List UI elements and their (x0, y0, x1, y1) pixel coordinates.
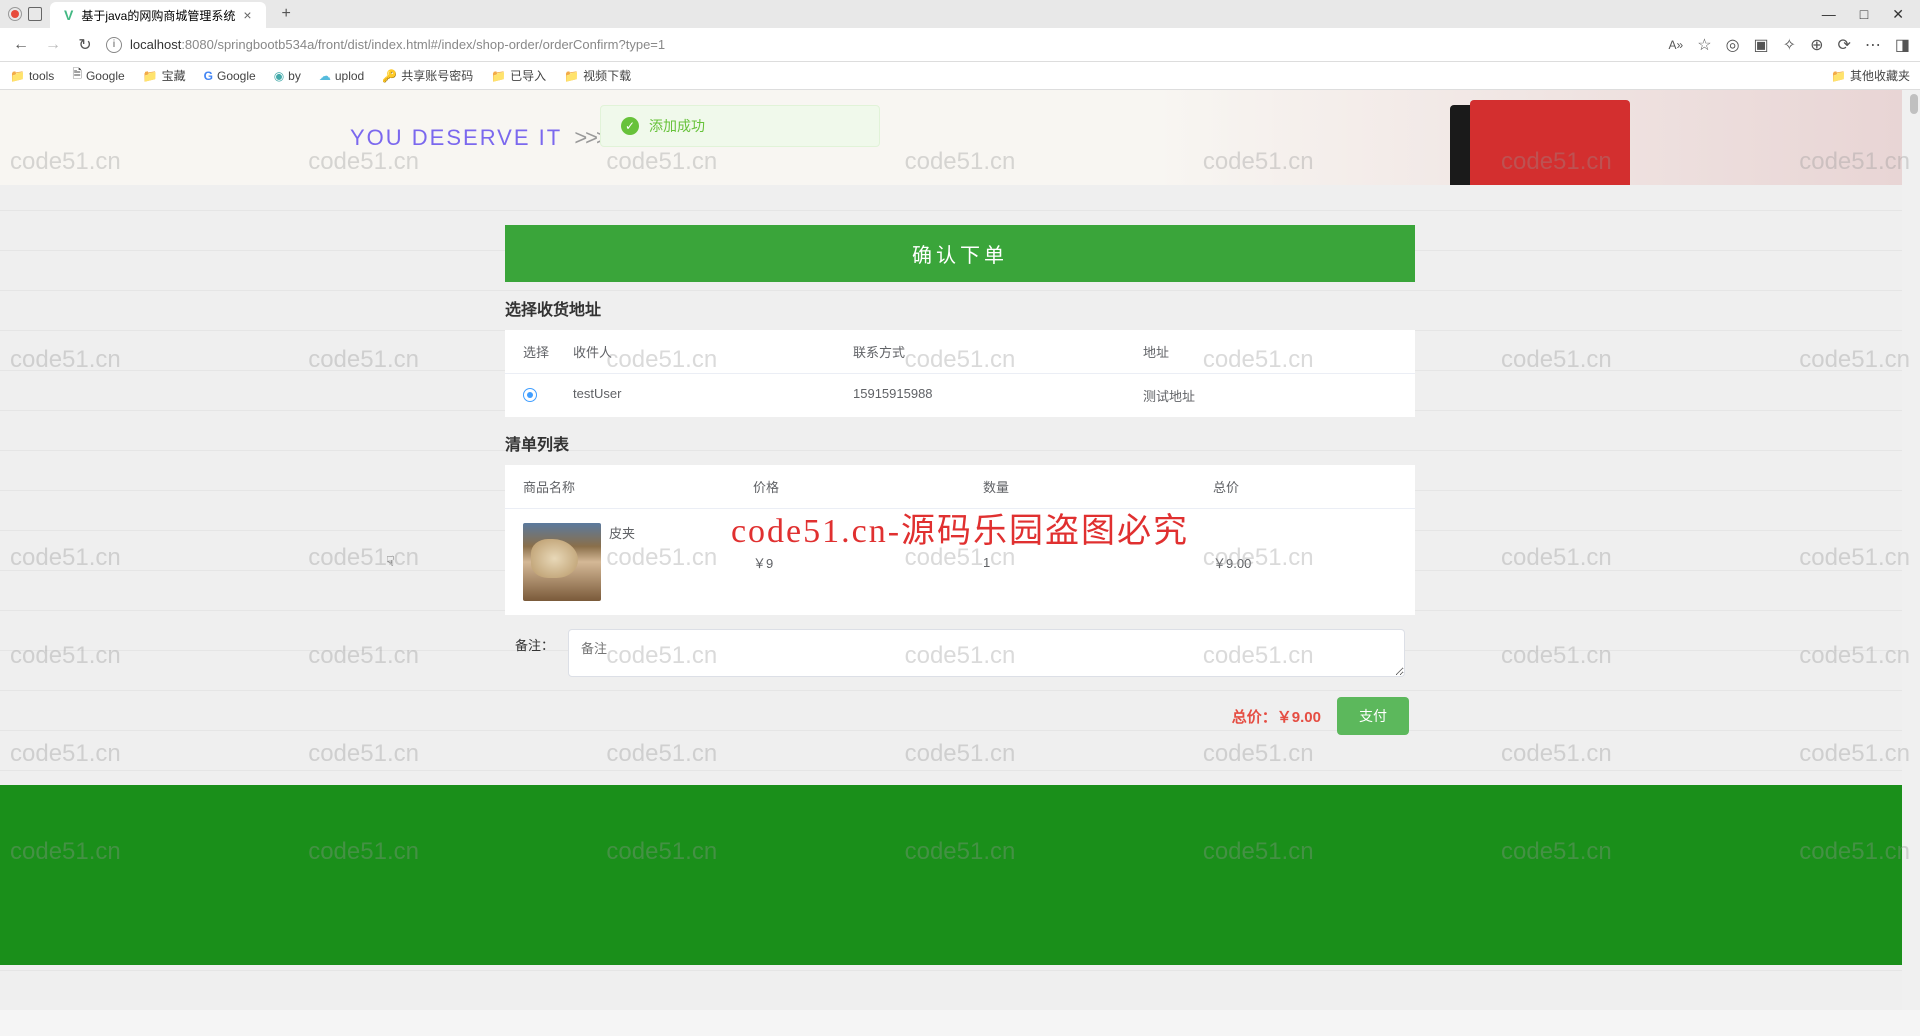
bookmark-google1[interactable]: 🗎Google (72, 65, 124, 86)
window-controls: — □ ✕ (1822, 6, 1912, 23)
total-value: ￥9.00 (1277, 709, 1321, 726)
window-maximize-button[interactable]: □ (1860, 6, 1868, 23)
toolbar-right: A» ☆ ◎ ▣ ✧ ⊕ ⟳ ⋯ ◨ (1669, 35, 1910, 55)
menu-icon[interactable]: ⋯ (1865, 35, 1881, 55)
bookmark-other[interactable]: 📁其他收藏夹 (1831, 67, 1910, 84)
url-path: :8080/springbootb534a/front/dist/index.h… (181, 37, 665, 52)
total-label: 总价： (1232, 709, 1277, 726)
col-product-name: 商品名称 (523, 477, 753, 496)
total-row: 总价：￥9.00 支付 (505, 677, 1415, 755)
tab-close-icon[interactable]: × (243, 7, 251, 23)
url-host: localhost (130, 37, 181, 52)
page-footer (0, 785, 1920, 965)
bookmark-video[interactable]: 📁视频下载 (564, 67, 631, 84)
window-minimize-button[interactable]: — (1822, 6, 1836, 23)
site-info-icon[interactable]: i (106, 37, 122, 53)
banner-bag-image (1450, 90, 1650, 185)
banner-slogan: YOU DESERVE IT >>> (350, 125, 607, 151)
read-aloud-icon[interactable]: A» (1669, 38, 1684, 52)
items-table-header: 商品名称 价格 数量 总价 (505, 465, 1415, 509)
item-row: 皮夹 ￥9 1 ￥9.00 (505, 509, 1415, 615)
address-phone: 15915915988 (853, 386, 1143, 405)
page-content: YOU DESERVE IT >>> ✓ 添加成功 确认下单 选择收货地址 选择… (0, 90, 1920, 1010)
scrollbar[interactable] (1902, 90, 1920, 1010)
bookmark-google2[interactable]: GGoogle (204, 69, 256, 83)
address-table: 选择 收件人 联系方式 地址 testUser 15915915988 测试地址 (505, 330, 1415, 417)
col-quantity: 数量 (983, 477, 1213, 496)
col-recipient: 收件人 (573, 342, 853, 361)
profile-icons (8, 7, 42, 21)
bookmark-imported[interactable]: 📁已导入 (491, 67, 546, 84)
remark-input[interactable] (568, 629, 1405, 677)
col-price: 价格 (753, 477, 983, 496)
refresh-button[interactable]: ↻ (74, 35, 96, 55)
address-section-title: 选择收货地址 (505, 282, 1415, 330)
address-table-header: 选择 收件人 联系方式 地址 (505, 330, 1415, 374)
browser-tab-strip: V 基于java的网购商城管理系统 × + — □ ✕ (0, 0, 1920, 28)
collections-icon[interactable]: ⊕ (1810, 35, 1823, 55)
col-subtotal: 总价 (1213, 477, 1397, 496)
bookmark-share[interactable]: 🔑共享账号密码 (382, 67, 473, 84)
col-select: 选择 (523, 342, 573, 361)
address-recipient: testUser (573, 386, 853, 405)
favorites-icon[interactable]: ✧ (1783, 35, 1796, 55)
remark-row: 备注： (505, 615, 1415, 677)
items-table: 商品名称 价格 数量 总价 皮夹 ￥9 1 ￥9.00 (505, 465, 1415, 615)
sidebar-toggle-icon[interactable]: ◨ (1895, 35, 1910, 55)
hero-banner: YOU DESERVE IT >>> ✓ 添加成功 (0, 90, 1920, 185)
col-address: 地址 (1143, 342, 1397, 361)
address-bar: ← → ↻ i localhost:8080/springbootb534a/f… (0, 28, 1920, 62)
extension-icon-2[interactable]: ▣ (1754, 35, 1769, 55)
bookmark-by[interactable]: ◉by (274, 69, 301, 83)
tabs-overview-icon[interactable] (28, 7, 42, 21)
product-name: 皮夹 (609, 523, 635, 542)
forward-button[interactable]: → (42, 36, 64, 54)
cursor-icon: ☟ (386, 553, 395, 570)
window-close-button[interactable]: ✕ (1892, 6, 1904, 23)
address-row[interactable]: testUser 15915915988 测试地址 (505, 374, 1415, 417)
product-price: ￥9 (753, 553, 983, 572)
browser-tab[interactable]: V 基于java的网购商城管理系统 × (50, 2, 266, 28)
bookmark-treasure[interactable]: 📁宝藏 (143, 67, 186, 84)
page-title: 确认下单 (505, 225, 1415, 282)
bookmarks-bar: 📁tools 🗎Google 📁宝藏 GGoogle ◉by ☁uplod 🔑共… (0, 62, 1920, 90)
favorite-icon[interactable]: ☆ (1697, 35, 1711, 55)
product-image[interactable] (523, 523, 601, 601)
back-button[interactable]: ← (10, 36, 32, 54)
address-value: 测试地址 (1143, 386, 1397, 405)
remark-label: 备注： (515, 629, 554, 654)
toast-message: 添加成功 (649, 116, 705, 136)
col-phone: 联系方式 (853, 342, 1143, 361)
scroll-thumb[interactable] (1910, 94, 1918, 114)
product-quantity: 1 (983, 555, 1213, 570)
profile-icon[interactable] (8, 7, 22, 21)
extension-icon-1[interactable]: ◎ (1726, 35, 1740, 55)
check-icon: ✓ (621, 117, 639, 135)
bookmark-tools[interactable]: 📁tools (10, 69, 54, 83)
bookmark-uplod[interactable]: ☁uplod (319, 69, 364, 83)
product-subtotal: ￥9.00 (1213, 553, 1397, 572)
items-section-title: 清单列表 (505, 417, 1415, 465)
vue-favicon-icon: V (64, 7, 73, 23)
success-toast: ✓ 添加成功 (600, 105, 880, 147)
address-radio[interactable] (523, 388, 537, 402)
extension-icon-3[interactable]: ⟳ (1837, 35, 1850, 55)
new-tab-button[interactable]: + (274, 5, 299, 23)
url-input[interactable]: i localhost:8080/springbootb534a/front/d… (106, 37, 1659, 53)
pay-button[interactable]: 支付 (1337, 697, 1409, 735)
tab-title: 基于java的网购商城管理系统 (81, 7, 235, 24)
